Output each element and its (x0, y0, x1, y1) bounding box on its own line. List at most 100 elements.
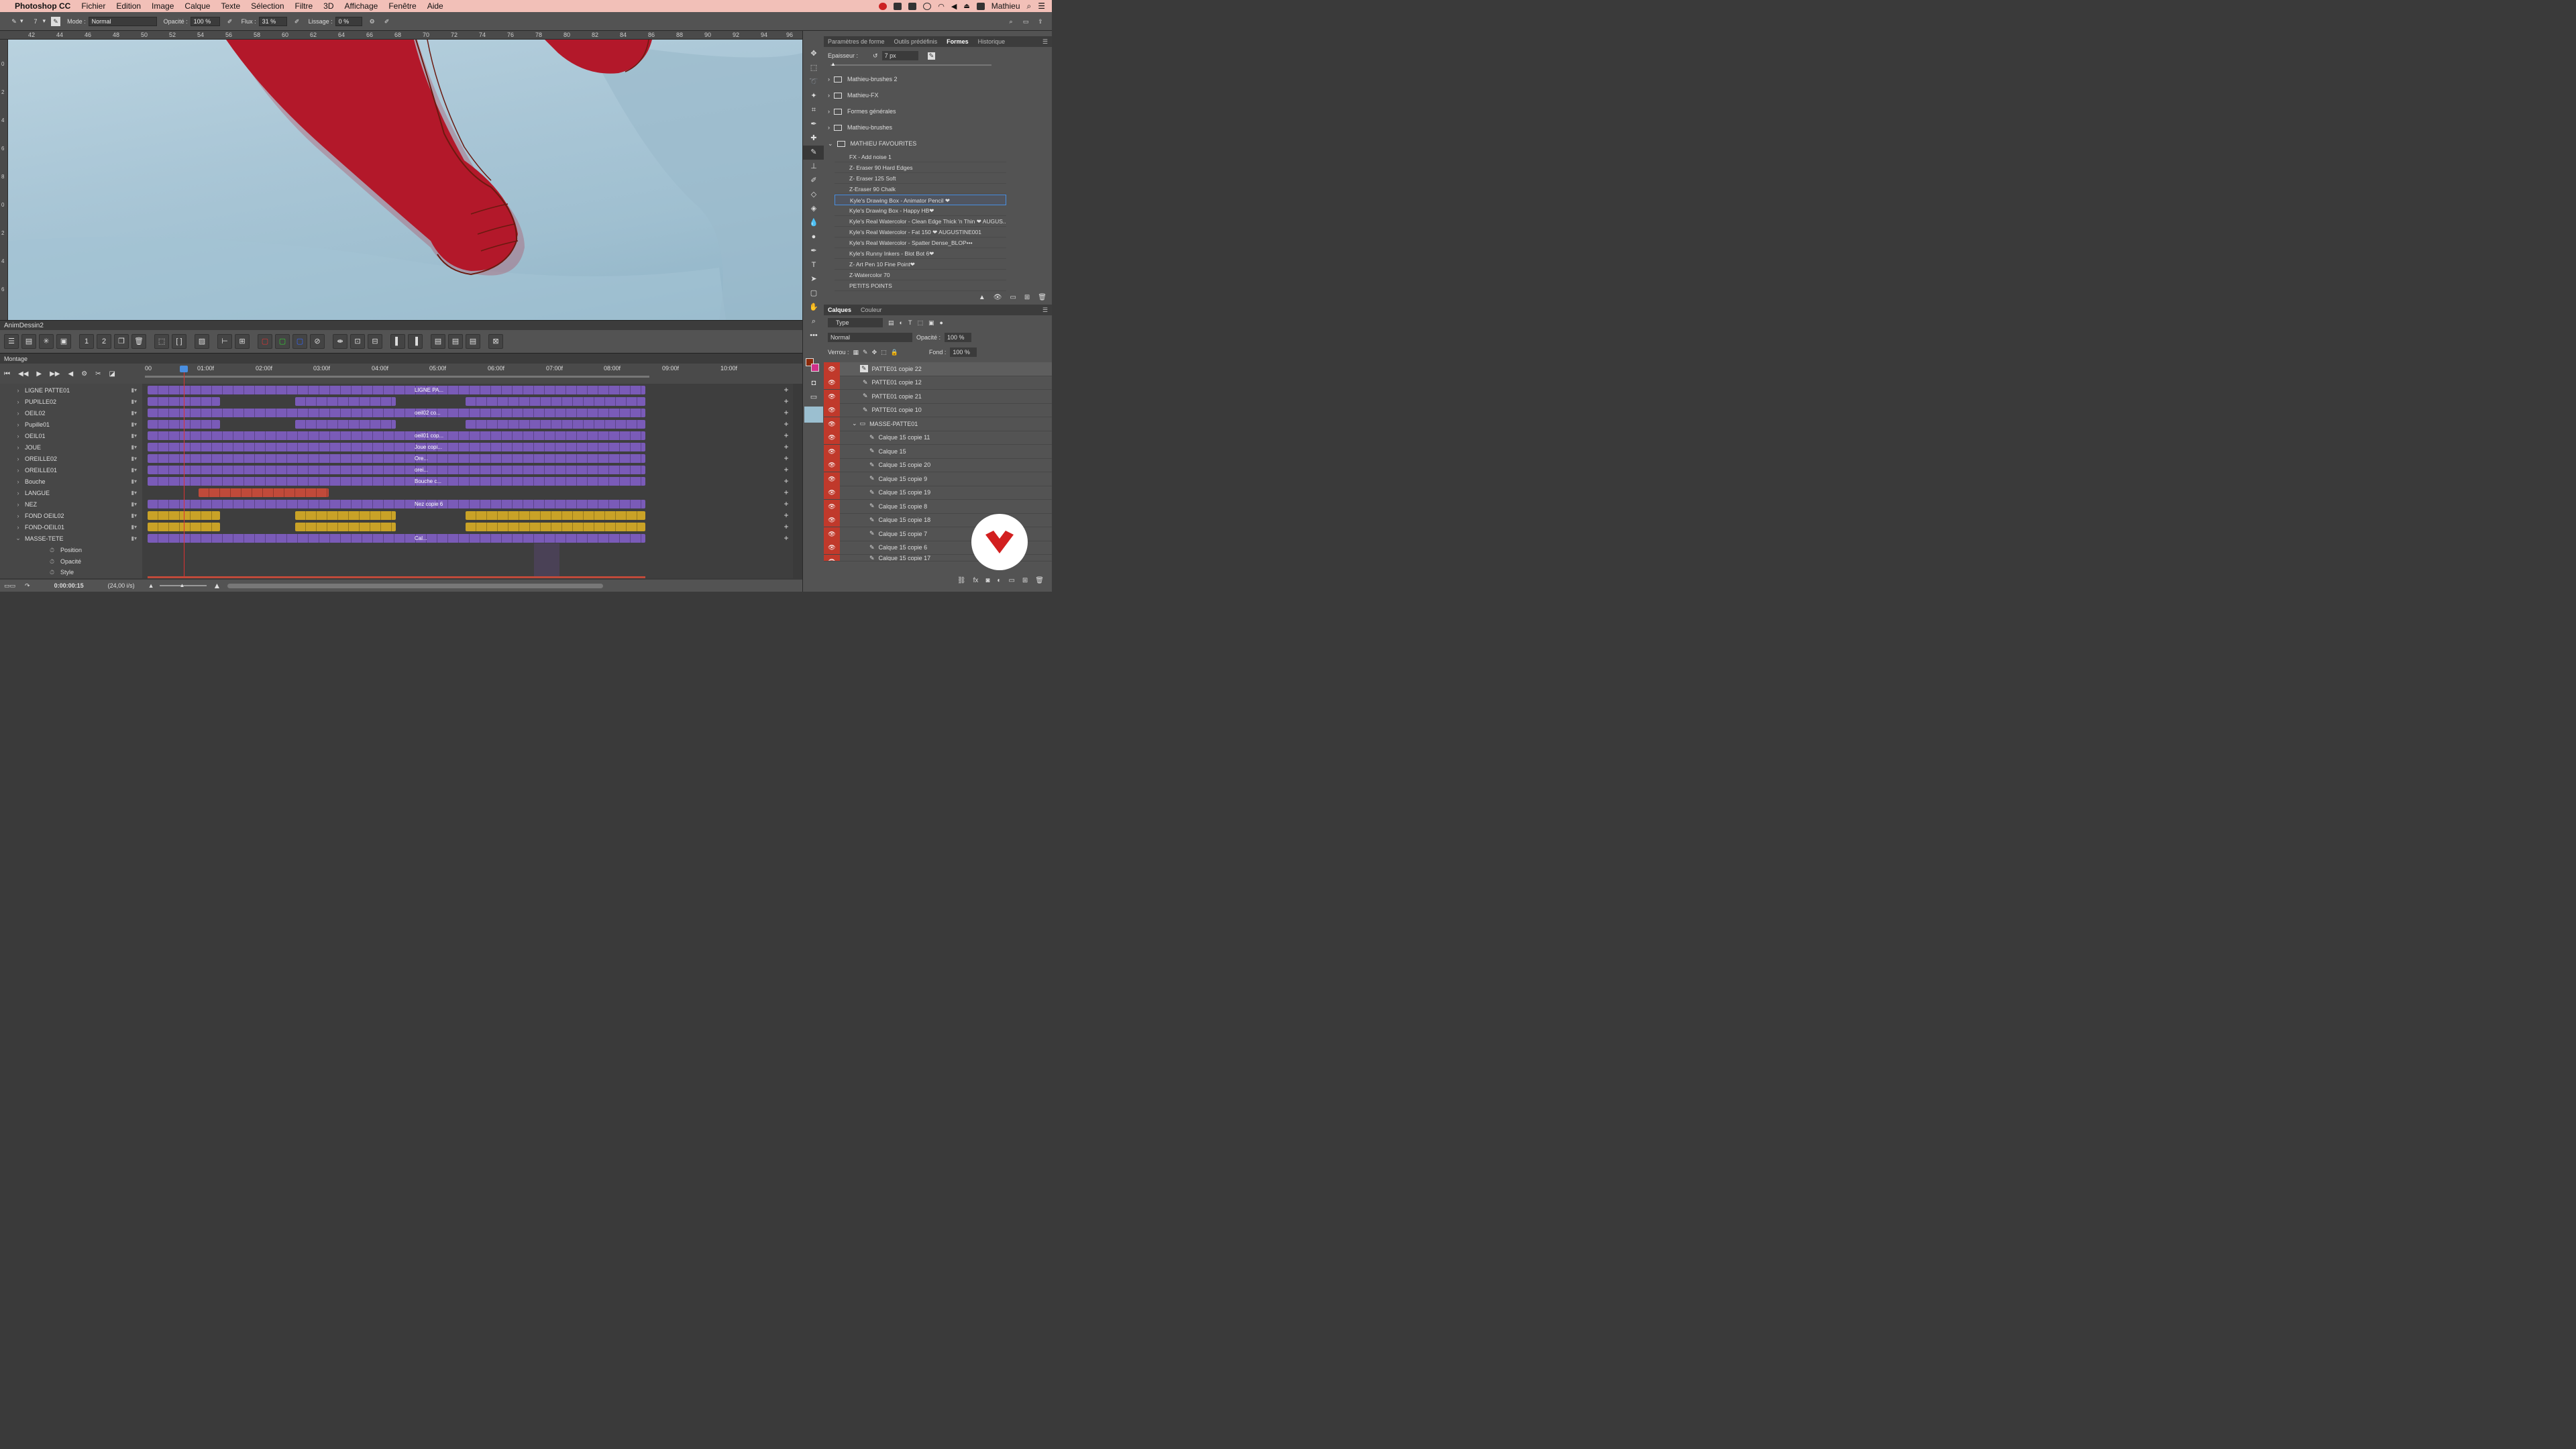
scissors-icon[interactable]: ✂ (95, 370, 101, 378)
workspace-icon[interactable]: ▭ (1021, 17, 1030, 26)
eye-icon[interactable]: 👁 (824, 417, 840, 431)
layer-row[interactable]: 👁 ✎ Calque 15 copie 9 (824, 472, 1052, 486)
brush-preset-selected[interactable]: Kyle's Drawing Box - Animator Pencil ❤ (835, 195, 1006, 205)
blur-tool-icon[interactable]: 💧 (803, 216, 824, 230)
thickness-slider[interactable]: ▲ (830, 61, 991, 67)
brush-preset[interactable]: Z- Eraser 125 Soft (835, 173, 1006, 184)
duplicate-icon[interactable]: ❐ (114, 334, 129, 349)
lock-artboard-icon[interactable]: ⬚ (881, 349, 887, 356)
brush-preset[interactable]: Kyle's Real Watercolor - Clean Edge Thic… (835, 216, 1006, 227)
chevron-right-icon[interactable]: › (828, 92, 830, 99)
brush-panel-icon[interactable]: ✎ (51, 16, 61, 26)
property-row[interactable]: ⏱ Style (0, 567, 142, 578)
filter-smart-icon[interactable]: ▣ (928, 319, 934, 327)
chevron-right-icon[interactable]: › (13, 478, 23, 485)
history-brush-tool-icon[interactable]: ✐ (803, 174, 824, 188)
layer-row[interactable]: 👁 ✎ PATTE01 copie 21 (824, 389, 1052, 404)
clip-segment[interactable] (148, 534, 645, 543)
eye-icon[interactable]: 👁 (824, 555, 840, 561)
timeline-layer[interactable]: › LANGUE ▮▾ (0, 487, 142, 498)
film-strip-icon[interactable]: ▮▾ (131, 490, 137, 496)
new-layer-icon[interactable]: ⊞ (1022, 577, 1028, 584)
background-color-swatch[interactable] (811, 364, 819, 372)
dodge-tool-icon[interactable]: ● (803, 230, 824, 244)
clip-segment[interactable] (148, 386, 645, 394)
frame-2-icon[interactable]: 2 (97, 334, 111, 349)
first-frame-icon[interactable]: ⏮ (4, 370, 10, 378)
brush-folder[interactable]: ⌄ MATHIEU FAVOURITES (824, 136, 1052, 152)
brush-visibility-icon[interactable]: 👁 (994, 294, 1002, 301)
hand-tool-icon[interactable]: ✋ (803, 301, 824, 315)
property-row[interactable]: ⏱ Opacité (0, 556, 142, 567)
brush-preset[interactable]: PETITS POINTS (835, 280, 1006, 291)
zoom-tool-icon[interactable]: ⌕ (803, 315, 824, 329)
zoom-slider-thumb[interactable]: ▲ (180, 582, 185, 588)
path-select-tool-icon[interactable]: ➤ (803, 272, 824, 286)
move-icon[interactable]: ⇼ (333, 334, 347, 349)
filter-pixel-icon[interactable]: ▤ (888, 319, 894, 327)
layer-group-row[interactable]: 👁 ⌄ ▭ MASSE-PATTE01 (824, 417, 1052, 431)
timeline-layer[interactable]: › OEIL01 ▮▾ (0, 430, 142, 441)
adjustment-icon[interactable]: ◐ (997, 577, 1001, 584)
lock-paint-icon[interactable]: ✎ (863, 349, 868, 356)
airbrush-icon[interactable]: ✐ (292, 17, 302, 26)
brush-folder[interactable]: › Mathieu-FX (824, 87, 1052, 103)
chevron-right-icon[interactable]: › (13, 490, 23, 496)
share-icon[interactable]: ⇪ (1036, 17, 1045, 26)
menu-edition[interactable]: Edition (111, 1, 146, 11)
timeline-layer[interactable]: › OREILLE02 ▮▾ (0, 453, 142, 464)
navigator-thumb[interactable] (804, 407, 823, 423)
chevron-right-icon[interactable]: › (13, 398, 23, 405)
brush-folder[interactable]: › Mathieu-brushes (824, 119, 1052, 136)
chevron-right-icon[interactable]: › (13, 501, 23, 508)
menu-texte[interactable]: Texte (215, 1, 246, 11)
eye-icon[interactable]: 👁 (824, 499, 840, 513)
move-tool-icon[interactable]: ✥ (803, 47, 824, 61)
new-folder-icon[interactable]: ▭ (1010, 294, 1016, 301)
zoom-out-icon[interactable]: ▲ (148, 582, 154, 589)
brush-preset[interactable]: Z- Eraser 90 Hard Edges (835, 162, 1006, 173)
bracket-icon[interactable]: [ ] (172, 334, 186, 349)
spotlight-search-icon[interactable]: ⌕ (1027, 1, 1032, 11)
film-strip-icon[interactable]: ▮▾ (131, 478, 137, 484)
clip-segment[interactable] (148, 500, 645, 508)
pressure-size-icon[interactable]: ✐ (382, 17, 392, 26)
lock-pixels-icon[interactable]: ▦ (853, 349, 859, 356)
brush-preset[interactable]: Kyle's Real Watercolor - Fat 150 ❤ AUGUS… (835, 227, 1006, 237)
select-frame-icon[interactable]: ⬚ (154, 334, 169, 349)
align-right-icon[interactable]: ▐ (408, 334, 423, 349)
text-export-icon[interactable]: ▤ (466, 334, 480, 349)
menu-fenetre[interactable]: Fenêtre (383, 1, 421, 11)
layers-icon[interactable]: ☰ (4, 334, 19, 349)
eye-icon[interactable]: 👁 (824, 431, 840, 445)
no-color-icon[interactable]: ⊘ (310, 334, 325, 349)
export-icon[interactable]: ⊠ (488, 334, 503, 349)
layer-row[interactable]: 👁 ✎ PATTE01 copie 22 (824, 362, 1052, 376)
film-strip-icon[interactable]: ▮▾ (131, 387, 137, 393)
app-name[interactable]: Photoshop CC (11, 1, 76, 11)
screen-mode-icon[interactable]: ▭ (803, 390, 824, 405)
lock-position-icon[interactable]: ✥ (872, 349, 877, 356)
tab-parametres-forme[interactable]: Paramètres de forme (828, 38, 885, 45)
brush-tool-icon[interactable]: ✎ (9, 17, 19, 26)
doc-icon[interactable]: ▤ (431, 334, 445, 349)
chevron-right-icon[interactable]: › (13, 410, 23, 417)
brush-size-preview[interactable]: 7 (34, 18, 38, 25)
stopwatch-icon[interactable]: ⏱ (50, 569, 58, 576)
distribute-icon[interactable]: ⊟ (368, 334, 382, 349)
fill-field[interactable]: 100 % (950, 347, 977, 357)
eye-icon[interactable]: 👁 (824, 376, 840, 390)
volume-icon[interactable]: ◀ (951, 2, 957, 11)
extend-icon[interactable]: ⊢ (217, 334, 232, 349)
tab-formes[interactable]: Formes (947, 38, 969, 45)
brush-preset[interactable]: Z- Art Pen 10 Fine Point❤ (835, 259, 1006, 270)
notes-icon[interactable] (908, 2, 917, 10)
share-arrow-icon[interactable]: ↷ (25, 582, 30, 590)
smoothing-field[interactable]: 0 % (335, 16, 362, 26)
chevron-right-icon[interactable]: › (13, 513, 23, 519)
timeline-layer[interactable]: › Pupille01 ▮▾ (0, 419, 142, 430)
brush-folder[interactable]: › Formes générales (824, 103, 1052, 119)
clip-segment[interactable] (295, 523, 396, 531)
layer-row[interactable]: 👁 ✎ Calque 15 copie 20 (824, 458, 1052, 472)
eye-icon[interactable]: 👁 (824, 486, 840, 500)
